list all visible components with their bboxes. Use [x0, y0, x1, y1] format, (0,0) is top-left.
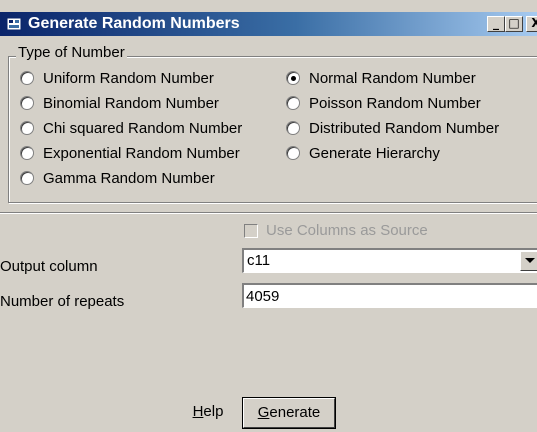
- radio-label: Chi squared Random Number: [43, 119, 243, 137]
- output-column-combo[interactable]: c11: [242, 248, 537, 273]
- help-button[interactable]: Help: [172, 398, 244, 428]
- help-label-rest: elp: [203, 403, 224, 420]
- radio-circle[interactable]: [286, 96, 300, 110]
- generate-random-numbers-dialog: Generate Random Numbers _ □ X Type of Nu…: [0, 0, 537, 432]
- radio-exponential[interactable]: Exponential Random Number: [20, 142, 240, 164]
- radio-label: Poisson Random Number: [309, 94, 481, 112]
- radio-label: Normal Random Number: [309, 69, 476, 87]
- output-column-label: Output column: [0, 258, 98, 275]
- minimize-button[interactable]: _: [487, 16, 505, 32]
- output-column-value: c11: [247, 252, 271, 269]
- radio-gamma[interactable]: Gamma Random Number: [20, 167, 215, 189]
- use-columns-checkbox[interactable]: Use Columns as Source: [244, 222, 428, 239]
- radio-circle[interactable]: [20, 171, 34, 185]
- group-legend: Type of Number: [16, 44, 127, 62]
- radio-label: Generate Hierarchy: [309, 144, 440, 162]
- maximize-button[interactable]: □: [505, 16, 523, 32]
- help-mnemonic: H: [192, 403, 204, 420]
- generate-label-rest: enerate: [269, 404, 321, 421]
- radio-label: Uniform Random Number: [43, 69, 214, 87]
- checkbox-box[interactable]: [244, 223, 258, 238]
- window-title: Generate Random Numbers: [28, 15, 240, 32]
- radio-distributed[interactable]: Distributed Random Number: [286, 117, 499, 139]
- generate-button[interactable]: Generate: [242, 397, 336, 429]
- radio-label: Gamma Random Number: [43, 169, 215, 187]
- generate-mnemonic: G: [257, 404, 270, 421]
- radio-label: Distributed Random Number: [309, 119, 500, 137]
- radio-circle[interactable]: [286, 121, 300, 135]
- app-icon: [6, 17, 22, 31]
- radio-normal[interactable]: Normal Random Number: [286, 67, 476, 89]
- title-bar[interactable]: Generate Random Numbers _ □ X: [0, 12, 537, 36]
- separator: [0, 212, 537, 214]
- radio-label: Binomial Random Number: [43, 94, 219, 112]
- checkbox-label: Use Columns as Source: [266, 222, 428, 239]
- number-of-repeats-input[interactable]: [242, 283, 537, 308]
- radio-chi-squared[interactable]: Chi squared Random Number: [20, 117, 242, 139]
- radio-circle[interactable]: [286, 71, 300, 85]
- radio-binomial[interactable]: Binomial Random Number: [20, 92, 219, 114]
- radio-generate-hierarchy[interactable]: Generate Hierarchy: [286, 142, 440, 164]
- radio-circle[interactable]: [20, 71, 34, 85]
- radio-poisson[interactable]: Poisson Random Number: [286, 92, 481, 114]
- number-of-repeats-label: Number of repeats: [0, 293, 125, 310]
- radio-circle[interactable]: [20, 96, 34, 110]
- chevron-down-icon[interactable]: [520, 251, 537, 271]
- radio-uniform[interactable]: Uniform Random Number: [20, 67, 214, 89]
- radio-label: Exponential Random Number: [43, 144, 240, 162]
- close-button[interactable]: X: [526, 16, 537, 32]
- radio-circle[interactable]: [20, 121, 34, 135]
- radio-circle[interactable]: [20, 146, 34, 160]
- radio-circle[interactable]: [286, 146, 300, 160]
